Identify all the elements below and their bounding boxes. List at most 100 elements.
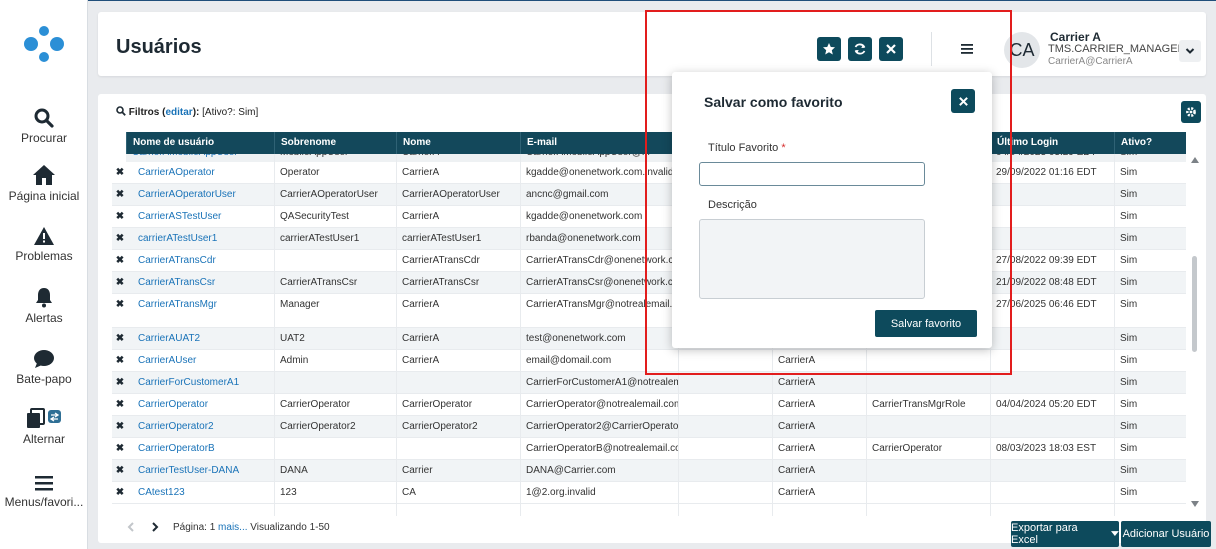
cell-sobrenome: Admin: [280, 355, 309, 366]
favorite-button[interactable]: [817, 37, 841, 61]
save-favorite-button[interactable]: Salvar favorito: [875, 310, 977, 337]
delete-row-icon[interactable]: ✖: [114, 460, 126, 482]
column-header-username[interactable]: Nome de usuário: [126, 132, 274, 154]
settings-button[interactable]: [1181, 101, 1201, 123]
table-scrollbar[interactable]: [1190, 154, 1200, 514]
column-header-nome[interactable]: Nome: [396, 132, 520, 154]
add-user-button[interactable]: Adicionar Usuário: [1121, 521, 1211, 547]
partial-ativo: Sim: [1114, 154, 1137, 162]
close-page-button[interactable]: [879, 37, 903, 61]
sidebar-item-alternar[interactable]: Alternar: [0, 403, 88, 446]
refresh-button[interactable]: [848, 37, 872, 61]
description-textarea[interactable]: [699, 219, 925, 299]
delete-row-icon[interactable]: ✖: [114, 394, 126, 416]
cell-nome: CarrierA: [402, 299, 440, 310]
sidebar-item-pagina-inicial[interactable]: Página inicial: [0, 160, 88, 203]
cell-active: Sim: [1120, 443, 1138, 454]
scroll-up-icon[interactable]: [1190, 156, 1200, 164]
column-header-sobrenome[interactable]: Sobrenome: [274, 132, 396, 154]
export-excel-button[interactable]: Exportar para Excel: [1011, 521, 1119, 547]
cell-email: rbanda@onenetwork.com: [526, 233, 641, 244]
cell-last-login: [990, 460, 1114, 482]
cell-username[interactable]: CarrierForCustomerA1: [132, 372, 280, 394]
header-divider: [931, 32, 932, 66]
cell-username[interactable]: CAtest123: [132, 482, 280, 504]
scrollbar-thumb[interactable]: [1192, 256, 1197, 352]
delete-row-icon[interactable]: ✖: [114, 294, 126, 316]
cell-username[interactable]: CarrierAUser: [132, 350, 280, 372]
sidebar-item-alertas[interactable]: Alertas: [0, 282, 88, 325]
cell-nome: [396, 372, 520, 394]
user-menu-button[interactable]: [1179, 40, 1201, 62]
delete-row-icon[interactable]: ✖: [114, 350, 126, 372]
delete-row-icon[interactable]: ✖: [114, 162, 126, 184]
users-panel: Filtros (editar): [Ativo?: Sim] Nome de …: [98, 94, 1211, 547]
filters-suffix: ):: [192, 107, 200, 118]
avatar[interactable]: CA: [1004, 32, 1040, 68]
cell-active: Sim: [1120, 299, 1138, 310]
delete-row-icon[interactable]: ✖: [114, 250, 126, 272]
next-page-button[interactable]: [146, 518, 164, 536]
cell-active: Sim: [1120, 421, 1138, 432]
cell-last-login: [990, 372, 1114, 394]
cell-username[interactable]: carrierATestUser1: [132, 228, 280, 250]
header-menu-button[interactable]: [956, 37, 978, 61]
cell-role: [866, 350, 990, 372]
delete-row-icon[interactable]: ✖: [114, 416, 126, 438]
cell-organization: CarrierA: [778, 465, 816, 476]
sidebar-item-problemas[interactable]: Problemas: [0, 220, 88, 263]
cell-username[interactable]: CarrierOperator2: [132, 416, 280, 438]
partial-username[interactable]: CarrierAMobileAppUser: [126, 154, 238, 162]
cell-nome: CarrierOperator: [402, 399, 473, 410]
cell-username[interactable]: CarrierAUAT2: [132, 328, 280, 350]
cell-nome: CarrierA: [402, 355, 440, 366]
more-pages-link[interactable]: mais...: [218, 522, 247, 533]
column-header-ultimo-login[interactable]: Último Login: [990, 132, 1114, 154]
favorite-title-input[interactable]: [699, 162, 925, 186]
cell-username[interactable]: CarrierOperator: [132, 394, 280, 416]
home-icon: [0, 160, 88, 186]
cell-role: [866, 416, 990, 438]
user-email: CarrierA@CarrierA: [1048, 56, 1133, 67]
cell-last-login: 08/03/2023 18:03 EST: [996, 443, 1097, 454]
delete-row-icon[interactable]: ✖: [114, 482, 126, 504]
cell-email: 1@2.org.invalid: [526, 487, 596, 498]
scroll-down-icon[interactable]: [1190, 500, 1200, 508]
cell-nome: CarrierATransCsr: [402, 277, 480, 288]
delete-row-icon[interactable]: ✖: [114, 228, 126, 250]
edit-filters-link[interactable]: editar: [165, 107, 192, 118]
cell-username[interactable]: CarrierATransCdr: [132, 250, 280, 272]
cell-email: CarrierOperator@notrealemail.com: [526, 399, 678, 410]
cell-sobrenome: [274, 438, 396, 460]
chevron-right-icon: [152, 522, 159, 532]
delete-row-icon[interactable]: ✖: [114, 328, 126, 350]
cell-username[interactable]: CarrierATransCsr: [132, 272, 280, 294]
delete-row-icon[interactable]: ✖: [114, 184, 126, 206]
delete-row-icon[interactable]: ✖: [114, 272, 126, 294]
sidebar-item-label: Alternar: [22, 432, 66, 446]
filters-value: [Ativo?: Sim]: [202, 107, 259, 118]
column-header-email[interactable]: E-mail: [520, 132, 678, 154]
delete-row-icon[interactable]: ✖: [114, 206, 126, 228]
delete-row-icon[interactable]: ✖: [114, 438, 126, 460]
cell-username[interactable]: CarrierTestUser-DANA: [132, 460, 280, 482]
sidebar-item-bate-papo[interactable]: Bate-papo: [0, 343, 88, 386]
cell-username[interactable]: CarrierAOperator: [132, 162, 280, 184]
delete-row-icon[interactable]: ✖: [114, 372, 126, 394]
viewing-range: Visualizando 1-50: [250, 522, 330, 533]
sidebar-item-label: Página inicial: [8, 189, 80, 203]
dialog-close-button[interactable]: [951, 89, 975, 113]
cell-email: kgadde@onenetwork.com.invalid: [526, 167, 674, 178]
bell-icon: [0, 282, 88, 308]
column-header-ativo[interactable]: Ativo?: [1114, 132, 1186, 154]
cell-username[interactable]: CarrierATransMgr: [132, 294, 280, 316]
user-name: Carrier A: [1050, 30, 1101, 44]
cell-username[interactable]: CarrierOperatorB: [132, 438, 280, 460]
sidebar-item-procurar[interactable]: Procurar: [0, 102, 88, 145]
cell-username[interactable]: CarrierASTestUser: [132, 206, 280, 228]
caret-down-icon: [1111, 531, 1119, 536]
prev-page-button[interactable]: [122, 518, 140, 536]
cell-username[interactable]: CarrierAOperatorUser: [132, 184, 280, 206]
sidebar-item-menus-favoritos[interactable]: Menus/favori...: [0, 466, 88, 509]
sidebar-item-label: Menus/favori...: [4, 495, 84, 509]
